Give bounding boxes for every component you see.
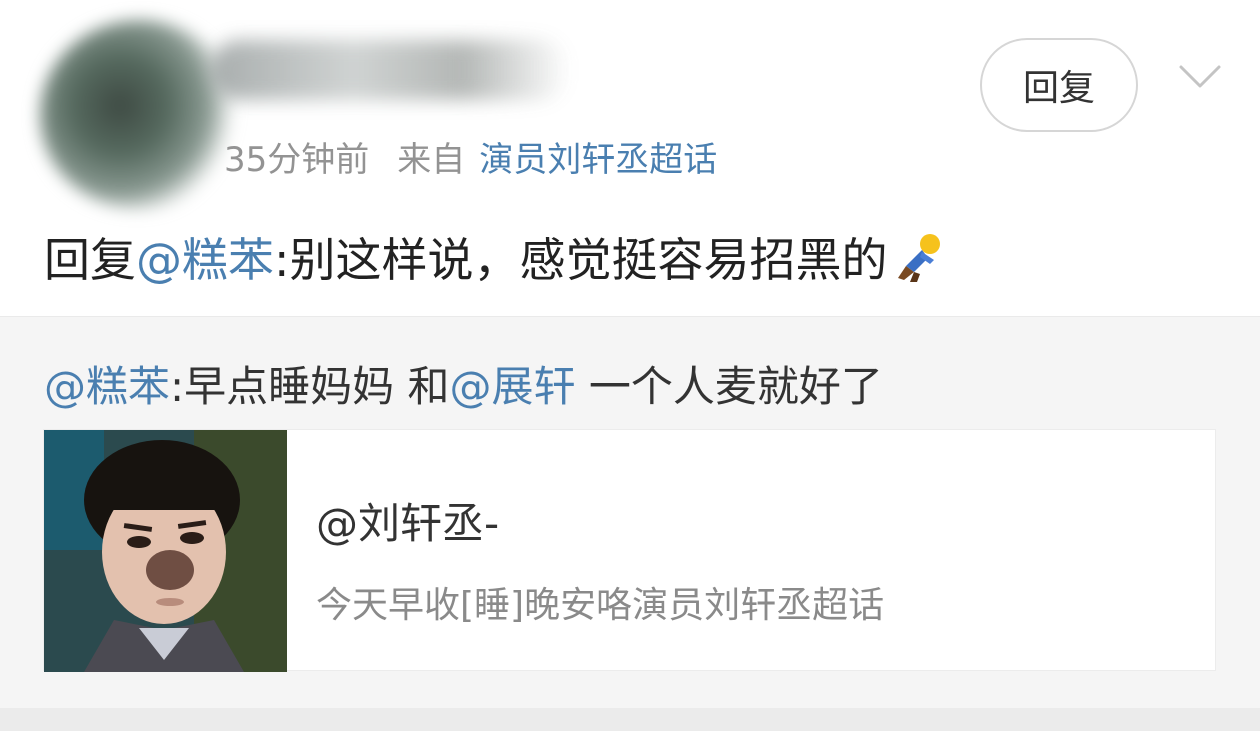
- quoted-mention-2[interactable]: @展轩: [450, 362, 576, 411]
- quoted-content-1: :早点睡妈妈 和: [170, 362, 450, 411]
- mention-link[interactable]: @糕苯: [136, 224, 274, 290]
- card-author[interactable]: @刘轩丞-: [316, 490, 499, 551]
- quoted-content-2: 一个人麦就好了: [575, 362, 883, 411]
- comment-page: 35分钟前 来自 演员刘轩丞超话 回复 回复 @糕苯:别这样说，感觉挺容易招黑的 @糕…: [0, 0, 1260, 731]
- comment-meta: 35分钟前 来自 演员刘轩丞超话: [224, 132, 717, 181]
- kneeling-figure-emoji-icon: [897, 234, 940, 282]
- section-divider: [0, 708, 1260, 731]
- shared-post-card[interactable]: @刘轩丞- 今天早收[睡]晚安咯演员刘轩丞超话: [43, 429, 1216, 672]
- quoted-post[interactable]: @糕苯:早点睡妈妈 和@展轩 一个人麦就好了 @刘轩丞- 今天早收[睡]晚安咯演…: [0, 316, 1260, 709]
- card-snippet: 今天早收[睡]晚安咯演员刘轩丞超话: [316, 585, 885, 626]
- reply-button[interactable]: 回复: [980, 38, 1138, 132]
- user-name-redacted[interactable]: [210, 40, 570, 100]
- post-thumbnail-image: [44, 430, 287, 672]
- reply-prefix: 回复: [44, 233, 136, 287]
- chevron-down-icon[interactable]: [1178, 62, 1222, 92]
- source-prefix: 来自: [397, 140, 466, 180]
- comment-body: 回复 @糕苯:别这样说，感觉挺容易招黑的: [44, 224, 946, 290]
- quoted-mention-1[interactable]: @糕苯: [44, 362, 170, 411]
- quoted-text: @糕苯:早点睡妈妈 和@展轩 一个人麦就好了: [44, 353, 883, 414]
- comment-time: 35分钟前: [224, 140, 370, 180]
- user-avatar[interactable]: [40, 20, 240, 210]
- comment-content: :别这样说，感觉挺容易招黑的: [274, 233, 888, 287]
- source-topic-link[interactable]: 演员刘轩丞超话: [479, 140, 717, 180]
